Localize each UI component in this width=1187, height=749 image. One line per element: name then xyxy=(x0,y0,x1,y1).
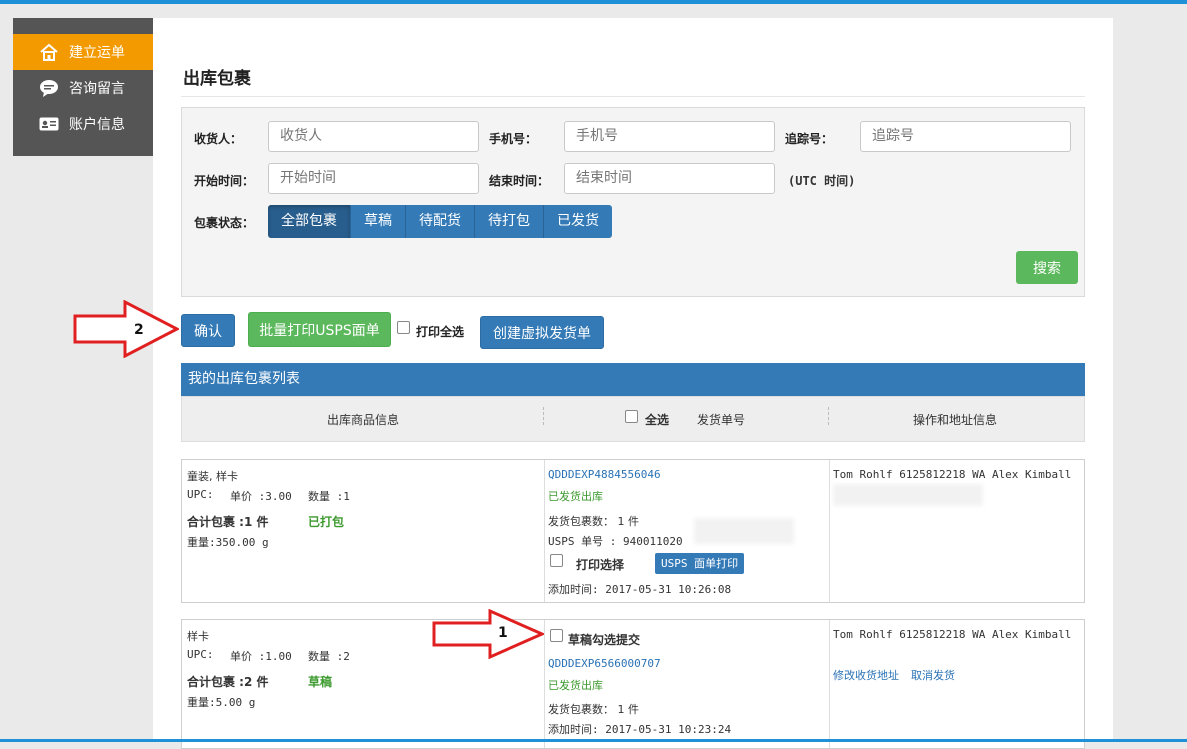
cancel-shipment-link[interactable]: 取消发货 xyxy=(911,667,955,683)
receiver-label: 收货人： xyxy=(194,132,243,146)
sidebar-item-consult[interactable]: 咨询留言 xyxy=(13,70,153,106)
confirm-button[interactable]: 确认 xyxy=(181,314,235,347)
list-columns-header: 出库商品信息 全选 发货单号 操作和地址信息 xyxy=(181,396,1085,442)
edit-address-link[interactable]: 修改收货地址 xyxy=(833,667,899,683)
end-time-label: 结束时间： xyxy=(489,174,550,188)
usps-label-print-button[interactable]: USPS 面单打印 xyxy=(655,553,745,574)
total-packages: 合计包裹 :1 件 xyxy=(187,515,269,529)
usps-number: USPS 单号 : 940011020 xyxy=(548,535,683,548)
order-ship-cell: QDDDEXP4884556046 已发货出库 发货包裹数： 1 件 USPS … xyxy=(544,460,830,602)
select-all-checkbox[interactable] xyxy=(625,410,638,423)
print-all-checkbox[interactable] xyxy=(397,321,410,334)
goods-name: 样卡 xyxy=(187,630,209,643)
total-packages: 合计包裹 :2 件 xyxy=(187,675,269,689)
tracking-input[interactable] xyxy=(860,121,1071,152)
tab-shipped[interactable]: 已发货 xyxy=(544,205,612,238)
sidebar-item-label: 咨询留言 xyxy=(69,81,125,97)
end-time-input[interactable] xyxy=(564,163,775,194)
tracking-label: 追踪号： xyxy=(785,132,834,146)
tab-draft[interactable]: 草稿 xyxy=(351,205,406,238)
status-badge: 草稿 xyxy=(308,675,333,689)
address-info: Tom Rohlf 6125812218 WA Alex Kimball xyxy=(833,628,1072,641)
unit-price: 单价 :1.00 xyxy=(230,650,292,663)
weight: 重量:5.00 g xyxy=(187,696,256,709)
shipment-number-link[interactable]: QDDDEXP6566000707 xyxy=(548,657,661,670)
quantity: 数量 :2 xyxy=(308,650,350,663)
unit-price: 单价 :3.00 xyxy=(230,490,292,503)
order-row: 童装, 样卡 UPC: 单价 :3.00 数量 :1 合计包裹 :1 件 已打包… xyxy=(181,459,1085,603)
phone-label: 手机号： xyxy=(489,132,538,146)
goods-name: 童装, 样卡 xyxy=(187,470,238,483)
filter-panel: 收货人： 手机号： 追踪号： 开始时间： 结束时间： (UTC 时间) 包裹状态… xyxy=(181,107,1085,297)
col-goods-header: 出库商品信息 xyxy=(327,413,400,427)
quantity: 数量 :1 xyxy=(308,490,350,503)
chat-icon xyxy=(37,79,61,97)
redacted-area xyxy=(833,484,983,506)
column-divider xyxy=(543,407,545,425)
sidebar-item-label: 建立运单 xyxy=(69,45,125,61)
sidebar-item-create-waybill[interactable]: 建立运单 xyxy=(13,34,153,70)
print-select-checkbox[interactable] xyxy=(550,554,563,567)
annotation-number: 1 xyxy=(498,625,508,641)
create-virtual-shipment-button[interactable]: 创建虚拟发货单 xyxy=(480,316,604,349)
order-goods-cell: 童装, 样卡 UPC: 单价 :3.00 数量 :1 合计包裹 :1 件 已打包… xyxy=(182,460,545,602)
start-time-label: 开始时间： xyxy=(194,174,255,188)
main-panel: 出库包裹 收货人： 手机号： 追踪号： 开始时间： 结束时间： (UTC 时间)… xyxy=(153,18,1113,749)
annotation-arrow-1 xyxy=(432,608,546,663)
redacted-area xyxy=(694,518,794,544)
page-title: 出库包裹 xyxy=(183,69,251,89)
order-address-cell: Tom Rohlf 6125812218 WA Alex Kimball 修改收… xyxy=(829,620,1084,748)
batch-print-usps-button[interactable]: 批量打印USPS面单 xyxy=(248,312,391,347)
tab-to-pack[interactable]: 待打包 xyxy=(475,205,544,238)
home-icon xyxy=(37,43,61,61)
col-shipno-header: 发货单号 xyxy=(697,413,746,427)
ship-status: 已发货出库 xyxy=(548,490,603,503)
utc-note: (UTC 时间) xyxy=(788,174,856,188)
tab-to-allocate[interactable]: 待配货 xyxy=(406,205,475,238)
tab-all[interactable]: 全部包裹 xyxy=(268,205,351,238)
phone-input[interactable] xyxy=(564,121,775,152)
added-time: 添加时间: 2017-05-31 10:23:24 xyxy=(548,723,732,736)
address-info: Tom Rohlf 6125812218 WA Alex Kimball xyxy=(833,468,1072,481)
sidebar-item-label: 账户信息 xyxy=(69,117,125,133)
weight: 重量:350.00 g xyxy=(187,536,269,549)
annotation-arrow-2 xyxy=(73,299,181,362)
draft-submit-label: 草稿勾选提交 xyxy=(568,633,641,647)
column-divider xyxy=(828,407,830,425)
col-ops-header: 操作和地址信息 xyxy=(913,413,998,427)
list-title: 我的出库包裹列表 xyxy=(181,363,1085,396)
shipment-number-link[interactable]: QDDDEXP4884556046 xyxy=(548,468,661,481)
upc-label: UPC: xyxy=(187,648,214,661)
order-row: 样卡 UPC: 单价 :1.00 数量 :2 合计包裹 :2 件 草稿 重量:5… xyxy=(181,619,1085,749)
added-time: 添加时间: 2017-05-31 10:26:08 xyxy=(548,583,732,596)
select-all-label: 全选 xyxy=(645,413,670,427)
package-count: 发货包裹数： 1 件 xyxy=(548,703,639,716)
print-select-label: 打印选择 xyxy=(576,558,625,572)
status-badge: 已打包 xyxy=(308,515,345,529)
print-all-label: 打印全选 xyxy=(416,325,465,339)
package-count: 发货包裹数： 1 件 xyxy=(548,515,639,528)
status-label: 包裹状态： xyxy=(194,216,255,230)
order-ship-cell: 草稿勾选提交 QDDDEXP6566000707 已发货出库 发货包裹数： 1 … xyxy=(544,620,830,748)
sidebar-item-account[interactable]: 账户信息 xyxy=(13,106,153,142)
upc-label: UPC: xyxy=(187,488,214,501)
ship-status: 已发货出库 xyxy=(548,679,603,692)
receiver-input[interactable] xyxy=(268,121,479,152)
sidebar: 建立运单 咨询留言 账户信息 xyxy=(13,18,153,156)
draft-submit-checkbox[interactable] xyxy=(550,629,563,642)
status-tabs: 全部包裹 草稿 待配货 待打包 已发货 xyxy=(268,205,612,238)
id-card-icon xyxy=(37,117,61,131)
title-divider xyxy=(181,96,1085,97)
annotation-number: 2 xyxy=(134,322,144,338)
order-address-cell: Tom Rohlf 6125812218 WA Alex Kimball xyxy=(829,460,1084,602)
search-button[interactable]: 搜索 xyxy=(1016,251,1078,284)
start-time-input[interactable] xyxy=(268,163,479,194)
top-accent-bar xyxy=(0,0,1187,4)
